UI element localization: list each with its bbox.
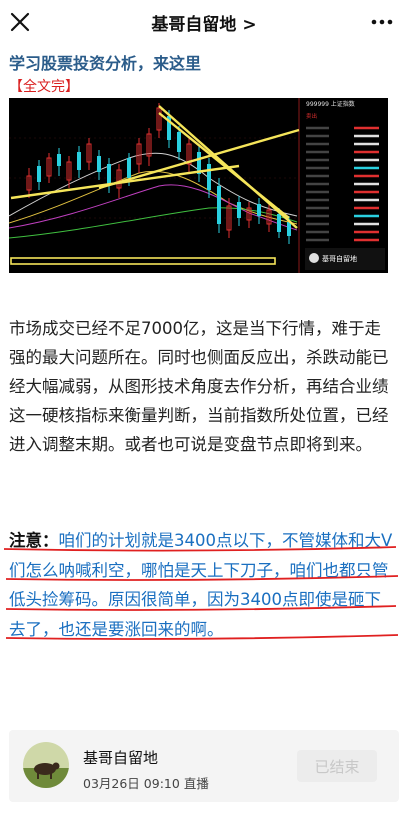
note-text: 咱们的计划就是3400点以下，不管媒体和大V们怎么呐喊利空，哪怕是天上下刀子，咱… <box>9 531 393 639</box>
live-time: 09:10 <box>143 776 180 791</box>
more-icon[interactable] <box>370 12 394 32</box>
live-date: 03月26日 <box>83 776 140 791</box>
note-paragraph: 注意：咱们的计划就是3400点以下，不管媒体和大V们怎么呐喊利空，哪怕是天上下刀… <box>9 526 395 644</box>
top-bar: 基哥自留地 > <box>0 0 408 44</box>
panel-label: 卖出 <box>306 112 317 120</box>
live-meta: 03月26日 09:10 直播 <box>83 773 209 792</box>
ended-button[interactable]: 已结束 <box>297 750 377 782</box>
live-card[interactable]: 基哥自留地 03月26日 09:10 直播 已结束 <box>9 730 399 802</box>
stock-chart-image: 999999 上证指数 卖出 基哥自留地 <box>9 98 388 273</box>
article-paragraph: 市场成交已经不足7000亿，这是当下行情，难于走强的最大问题所在。同时也侧面反应… <box>9 319 389 454</box>
note-label: 注意： <box>9 531 59 550</box>
article-headline: 学习股票投资分析，来这里 <box>9 54 202 73</box>
author-name: 基哥自留地 <box>83 749 159 767</box>
live-status: 直播 <box>183 776 209 791</box>
chart-watermark: 基哥自留地 <box>322 254 357 263</box>
page-title-text: 基哥自留地 <box>151 15 237 35</box>
panel-title: 999999 上证指数 <box>306 100 355 108</box>
chevron-right-icon: > <box>242 15 257 35</box>
avatar <box>23 742 69 788</box>
full-text-tag: 【全文完】 <box>9 79 79 95</box>
page-title[interactable]: 基哥自留地 > <box>0 10 408 35</box>
